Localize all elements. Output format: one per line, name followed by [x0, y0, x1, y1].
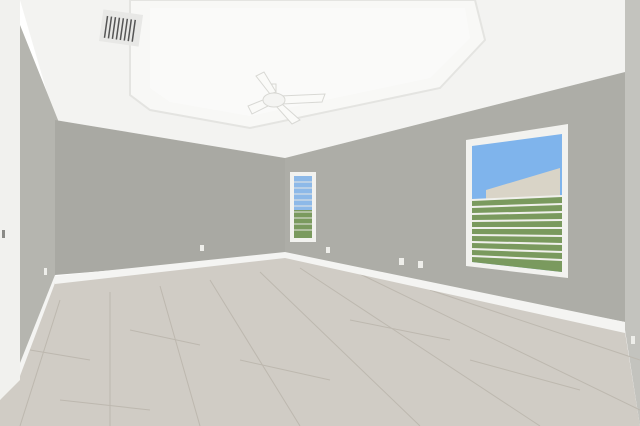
- outlet: [399, 258, 404, 265]
- outlet: [44, 268, 47, 275]
- window-small: [290, 172, 316, 242]
- window-large: [466, 124, 568, 278]
- room-scene: [0, 0, 640, 426]
- outlet: [418, 261, 423, 268]
- outlet: [631, 336, 635, 344]
- door-frame: [0, 0, 20, 400]
- outlet: [326, 247, 330, 253]
- air-vent-icon: [98, 9, 144, 47]
- outlet: [200, 245, 204, 251]
- door-handle: [2, 230, 5, 238]
